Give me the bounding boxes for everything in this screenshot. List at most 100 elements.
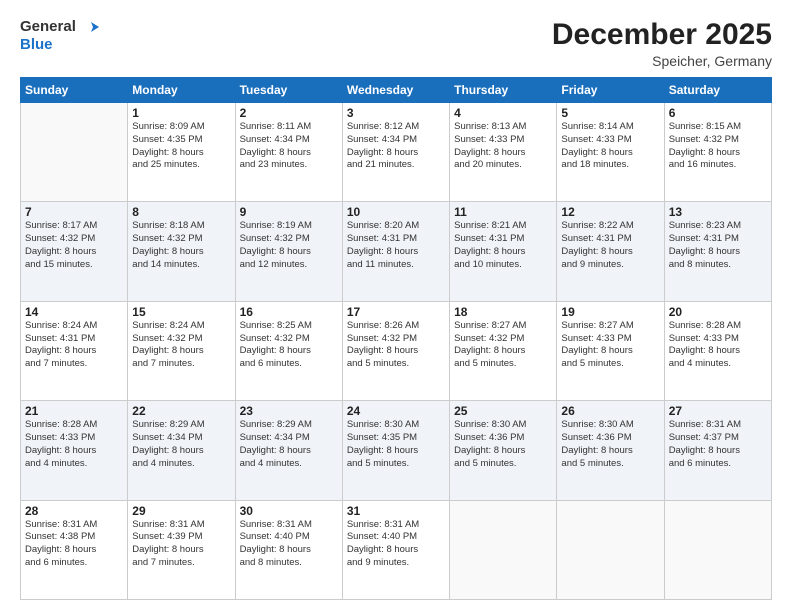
day-number: 22 xyxy=(132,404,230,418)
day-number: 31 xyxy=(347,504,445,518)
page: General Blue December 2025 Speicher, Ger… xyxy=(0,0,792,612)
day-info: Sunrise: 8:12 AMSunset: 4:34 PMDaylight:… xyxy=(347,121,445,172)
calendar-cell: 13Sunrise: 8:23 AMSunset: 4:31 PMDayligh… xyxy=(664,202,771,301)
day-number: 25 xyxy=(454,404,552,418)
title-block: December 2025 Speicher, Germany xyxy=(552,18,772,69)
day-number: 27 xyxy=(669,404,767,418)
day-info: Sunrise: 8:14 AMSunset: 4:33 PMDaylight:… xyxy=(561,121,659,172)
day-info: Sunrise: 8:21 AMSunset: 4:31 PMDaylight:… xyxy=(454,220,552,271)
header-sunday: Sunday xyxy=(21,78,128,103)
day-info: Sunrise: 8:31 AMSunset: 4:39 PMDaylight:… xyxy=(132,519,230,570)
header-thursday: Thursday xyxy=(450,78,557,103)
day-info: Sunrise: 8:09 AMSunset: 4:35 PMDaylight:… xyxy=(132,121,230,172)
calendar-cell: 30Sunrise: 8:31 AMSunset: 4:40 PMDayligh… xyxy=(235,500,342,599)
calendar-cell: 3Sunrise: 8:12 AMSunset: 4:34 PMDaylight… xyxy=(342,103,449,202)
day-info: Sunrise: 8:15 AMSunset: 4:32 PMDaylight:… xyxy=(669,121,767,172)
calendar-week-row-2: 7Sunrise: 8:17 AMSunset: 4:32 PMDaylight… xyxy=(21,202,772,301)
calendar-cell: 7Sunrise: 8:17 AMSunset: 4:32 PMDaylight… xyxy=(21,202,128,301)
day-number: 16 xyxy=(240,305,338,319)
calendar-cell: 19Sunrise: 8:27 AMSunset: 4:33 PMDayligh… xyxy=(557,301,664,400)
calendar-cell: 1Sunrise: 8:09 AMSunset: 4:35 PMDaylight… xyxy=(128,103,235,202)
day-info: Sunrise: 8:30 AMSunset: 4:35 PMDaylight:… xyxy=(347,419,445,470)
day-number: 18 xyxy=(454,305,552,319)
day-info: Sunrise: 8:31 AMSunset: 4:37 PMDaylight:… xyxy=(669,419,767,470)
calendar-cell: 25Sunrise: 8:30 AMSunset: 4:36 PMDayligh… xyxy=(450,401,557,500)
day-number: 4 xyxy=(454,106,552,120)
day-number: 14 xyxy=(25,305,123,319)
calendar-cell: 15Sunrise: 8:24 AMSunset: 4:32 PMDayligh… xyxy=(128,301,235,400)
day-info: Sunrise: 8:23 AMSunset: 4:31 PMDaylight:… xyxy=(669,220,767,271)
day-info: Sunrise: 8:11 AMSunset: 4:34 PMDaylight:… xyxy=(240,121,338,172)
calendar-cell: 18Sunrise: 8:27 AMSunset: 4:32 PMDayligh… xyxy=(450,301,557,400)
day-number: 9 xyxy=(240,205,338,219)
calendar-cell: 4Sunrise: 8:13 AMSunset: 4:33 PMDaylight… xyxy=(450,103,557,202)
day-info: Sunrise: 8:20 AMSunset: 4:31 PMDaylight:… xyxy=(347,220,445,271)
day-number: 26 xyxy=(561,404,659,418)
day-info: Sunrise: 8:30 AMSunset: 4:36 PMDaylight:… xyxy=(454,419,552,470)
day-info: Sunrise: 8:27 AMSunset: 4:33 PMDaylight:… xyxy=(561,320,659,371)
day-info: Sunrise: 8:30 AMSunset: 4:36 PMDaylight:… xyxy=(561,419,659,470)
day-info: Sunrise: 8:24 AMSunset: 4:32 PMDaylight:… xyxy=(132,320,230,371)
calendar-week-row-3: 14Sunrise: 8:24 AMSunset: 4:31 PMDayligh… xyxy=(21,301,772,400)
calendar-cell: 29Sunrise: 8:31 AMSunset: 4:39 PMDayligh… xyxy=(128,500,235,599)
calendar-cell: 31Sunrise: 8:31 AMSunset: 4:40 PMDayligh… xyxy=(342,500,449,599)
day-number: 28 xyxy=(25,504,123,518)
calendar-week-row-5: 28Sunrise: 8:31 AMSunset: 4:38 PMDayligh… xyxy=(21,500,772,599)
day-number: 20 xyxy=(669,305,767,319)
day-info: Sunrise: 8:24 AMSunset: 4:31 PMDaylight:… xyxy=(25,320,123,371)
day-info: Sunrise: 8:31 AMSunset: 4:38 PMDaylight:… xyxy=(25,519,123,570)
location-subtitle: Speicher, Germany xyxy=(552,53,772,69)
day-number: 11 xyxy=(454,205,552,219)
calendar-cell: 6Sunrise: 8:15 AMSunset: 4:32 PMDaylight… xyxy=(664,103,771,202)
header: General Blue December 2025 Speicher, Ger… xyxy=(20,18,772,69)
day-info: Sunrise: 8:25 AMSunset: 4:32 PMDaylight:… xyxy=(240,320,338,371)
header-friday: Friday xyxy=(557,78,664,103)
day-number: 8 xyxy=(132,205,230,219)
calendar-cell: 23Sunrise: 8:29 AMSunset: 4:34 PMDayligh… xyxy=(235,401,342,500)
calendar-cell: 16Sunrise: 8:25 AMSunset: 4:32 PMDayligh… xyxy=(235,301,342,400)
day-number: 30 xyxy=(240,504,338,518)
day-info: Sunrise: 8:26 AMSunset: 4:32 PMDaylight:… xyxy=(347,320,445,371)
calendar-cell: 21Sunrise: 8:28 AMSunset: 4:33 PMDayligh… xyxy=(21,401,128,500)
header-saturday: Saturday xyxy=(664,78,771,103)
day-info: Sunrise: 8:17 AMSunset: 4:32 PMDaylight:… xyxy=(25,220,123,271)
day-number: 10 xyxy=(347,205,445,219)
header-tuesday: Tuesday xyxy=(235,78,342,103)
month-title: December 2025 xyxy=(552,18,772,51)
calendar-cell xyxy=(21,103,128,202)
day-info: Sunrise: 8:28 AMSunset: 4:33 PMDaylight:… xyxy=(669,320,767,371)
day-info: Sunrise: 8:13 AMSunset: 4:33 PMDaylight:… xyxy=(454,121,552,172)
calendar-cell: 27Sunrise: 8:31 AMSunset: 4:37 PMDayligh… xyxy=(664,401,771,500)
calendar-header-row: Sunday Monday Tuesday Wednesday Thursday… xyxy=(21,78,772,103)
logo-text: General Blue xyxy=(20,18,99,54)
calendar-cell: 26Sunrise: 8:30 AMSunset: 4:36 PMDayligh… xyxy=(557,401,664,500)
calendar-cell xyxy=(450,500,557,599)
calendar-cell: 2Sunrise: 8:11 AMSunset: 4:34 PMDaylight… xyxy=(235,103,342,202)
day-info: Sunrise: 8:27 AMSunset: 4:32 PMDaylight:… xyxy=(454,320,552,371)
day-info: Sunrise: 8:29 AMSunset: 4:34 PMDaylight:… xyxy=(240,419,338,470)
calendar-cell: 9Sunrise: 8:19 AMSunset: 4:32 PMDaylight… xyxy=(235,202,342,301)
calendar-cell xyxy=(664,500,771,599)
calendar-cell: 28Sunrise: 8:31 AMSunset: 4:38 PMDayligh… xyxy=(21,500,128,599)
day-info: Sunrise: 8:18 AMSunset: 4:32 PMDaylight:… xyxy=(132,220,230,271)
calendar-cell: 5Sunrise: 8:14 AMSunset: 4:33 PMDaylight… xyxy=(557,103,664,202)
day-number: 6 xyxy=(669,106,767,120)
header-monday: Monday xyxy=(128,78,235,103)
day-number: 29 xyxy=(132,504,230,518)
day-number: 2 xyxy=(240,106,338,120)
day-info: Sunrise: 8:28 AMSunset: 4:33 PMDaylight:… xyxy=(25,419,123,470)
day-number: 3 xyxy=(347,106,445,120)
calendar-cell: 22Sunrise: 8:29 AMSunset: 4:34 PMDayligh… xyxy=(128,401,235,500)
day-number: 17 xyxy=(347,305,445,319)
day-number: 23 xyxy=(240,404,338,418)
calendar-week-row-1: 1Sunrise: 8:09 AMSunset: 4:35 PMDaylight… xyxy=(21,103,772,202)
day-number: 7 xyxy=(25,205,123,219)
logo: General Blue xyxy=(20,18,99,54)
calendar-cell: 20Sunrise: 8:28 AMSunset: 4:33 PMDayligh… xyxy=(664,301,771,400)
day-number: 1 xyxy=(132,106,230,120)
day-info: Sunrise: 8:31 AMSunset: 4:40 PMDaylight:… xyxy=(347,519,445,570)
day-number: 24 xyxy=(347,404,445,418)
day-info: Sunrise: 8:22 AMSunset: 4:31 PMDaylight:… xyxy=(561,220,659,271)
calendar-cell: 11Sunrise: 8:21 AMSunset: 4:31 PMDayligh… xyxy=(450,202,557,301)
calendar-table: Sunday Monday Tuesday Wednesday Thursday… xyxy=(20,77,772,600)
